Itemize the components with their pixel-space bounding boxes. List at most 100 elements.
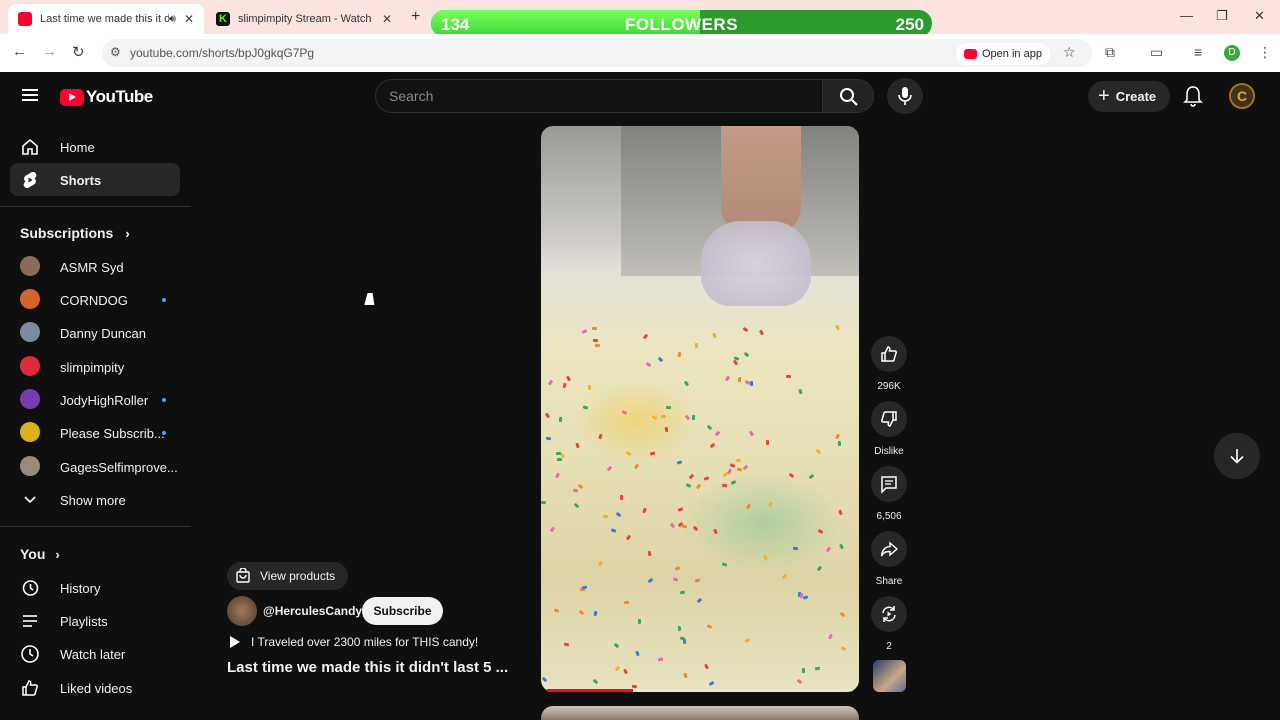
sprinkle bbox=[724, 375, 731, 382]
sidebar-item-playlists[interactable]: Playlists bbox=[10, 604, 180, 637]
sprinkle bbox=[581, 329, 588, 334]
sidebar-item-liked-videos[interactable]: Liked videos bbox=[10, 671, 180, 704]
sprinkle bbox=[631, 684, 638, 689]
sidebar-item-subscription[interactable]: Please Subscrib... bbox=[10, 416, 180, 449]
close-window-icon[interactable]: ✕ bbox=[1254, 8, 1265, 24]
bookmark-star-icon[interactable]: ☆ bbox=[1063, 44, 1076, 61]
new-tab-icon[interactable]: + bbox=[411, 8, 420, 26]
voice-search-button[interactable] bbox=[887, 78, 923, 114]
comments-button[interactable] bbox=[871, 466, 907, 502]
sprinkle bbox=[834, 433, 841, 440]
sidebar-item-subscription[interactable]: CORNDOG bbox=[10, 283, 180, 316]
forward-icon[interactable]: → bbox=[42, 43, 57, 60]
share-button[interactable] bbox=[871, 531, 907, 567]
channel-avatar[interactable] bbox=[227, 596, 257, 626]
tab-kick[interactable]: K slimpimpity Stream - Watch Live ✕ bbox=[206, 4, 402, 34]
chevron-right-icon: › bbox=[55, 546, 60, 562]
sprinkle bbox=[544, 412, 551, 419]
sprinkle bbox=[660, 414, 667, 419]
sidebar-item-home[interactable]: Home bbox=[10, 130, 180, 163]
sprinkle bbox=[685, 483, 692, 488]
youtube-logo[interactable]: YouTube bbox=[60, 87, 153, 107]
show-more-button[interactable]: Show more bbox=[10, 483, 180, 516]
back-icon[interactable]: ← bbox=[12, 43, 27, 60]
sidebar-item-label: Liked videos bbox=[60, 681, 133, 696]
sprinkle bbox=[598, 433, 603, 440]
sidebar-item-subscription[interactable]: GagesSelfimprove... bbox=[10, 450, 180, 483]
share-action[interactable]: Share bbox=[871, 531, 907, 587]
share-arrow-icon bbox=[880, 541, 899, 557]
subscribe-button[interactable]: Subscribe bbox=[362, 597, 443, 625]
sidebar-item-subscription[interactable]: JodyHighRoller bbox=[10, 383, 180, 416]
notifications-bell-icon[interactable] bbox=[1183, 84, 1203, 108]
remix-action[interactable]: 2 bbox=[871, 596, 907, 652]
sidebar-item-subscription[interactable]: Danny Duncan bbox=[10, 316, 180, 349]
thumbs-up-icon bbox=[881, 346, 897, 362]
sidebar-item-history[interactable]: History bbox=[10, 571, 180, 604]
comments-action[interactable]: 6,506 bbox=[871, 466, 907, 522]
next-short-button[interactable] bbox=[1214, 433, 1260, 479]
comment-count: 6,506 bbox=[876, 511, 902, 522]
youtube-logo-text: YouTube bbox=[86, 87, 153, 106]
close-tab-icon[interactable]: ✕ bbox=[184, 12, 194, 26]
browser-menu-icon[interactable]: ⋮ bbox=[1258, 44, 1272, 61]
sprinkle bbox=[565, 375, 572, 382]
subscriptions-heading[interactable]: Subscriptions › bbox=[20, 225, 130, 241]
close-tab-icon[interactable]: ✕ bbox=[382, 12, 392, 26]
remix-button[interactable] bbox=[871, 596, 907, 632]
dislike-action[interactable]: Dislike bbox=[871, 401, 907, 457]
dislike-button[interactable] bbox=[871, 401, 907, 437]
sprinkle bbox=[558, 416, 563, 423]
like-button[interactable] bbox=[871, 336, 907, 372]
url-text: youtube.com/shorts/bpJ0gkqG7Pg bbox=[130, 46, 315, 60]
video-progress-bar[interactable] bbox=[547, 689, 853, 692]
channel-avatar bbox=[20, 389, 40, 409]
tab-youtube[interactable]: Last time we made this it didn't last 5 … bbox=[8, 4, 204, 34]
site-info-icon[interactable]: ⚙︎ bbox=[110, 45, 121, 59]
like-action[interactable]: 296K bbox=[871, 336, 907, 392]
next-short-preview[interactable] bbox=[541, 706, 859, 720]
sprinkle bbox=[553, 608, 560, 613]
sprinkle bbox=[837, 440, 842, 447]
sidebar-item-shorts[interactable]: Shorts bbox=[10, 163, 180, 196]
menu-hamburger-icon[interactable] bbox=[22, 89, 38, 101]
speaker-icon[interactable]: 🔊︎ bbox=[169, 13, 176, 26]
view-products-button[interactable]: View products bbox=[227, 562, 348, 590]
sprinkle bbox=[657, 356, 664, 363]
account-avatar[interactable]: C bbox=[1229, 83, 1255, 109]
address-bar[interactable]: ⚙︎ youtube.com/shorts/bpJ0gkqG7Pg bbox=[102, 39, 1092, 67]
minimize-icon[interactable]: — bbox=[1180, 8, 1193, 23]
search-input[interactable]: Search bbox=[375, 79, 823, 113]
you-heading[interactable]: You › bbox=[20, 546, 60, 562]
sprinkle bbox=[742, 464, 749, 471]
sound-thumbnail[interactable] bbox=[873, 660, 906, 692]
sprinkle bbox=[683, 672, 688, 679]
sidebar-item-subscription[interactable]: slimpimpity bbox=[10, 350, 180, 383]
short-title[interactable]: Last time we made this it didn't last 5 … bbox=[227, 659, 508, 676]
sprinkle bbox=[647, 550, 652, 557]
search-button[interactable] bbox=[822, 79, 874, 113]
sprinkle bbox=[694, 578, 701, 583]
sprinkle bbox=[623, 600, 630, 605]
sidebar-item-label: JodyHighRoller bbox=[60, 393, 149, 408]
browser-profile-avatar[interactable]: D bbox=[1224, 45, 1240, 61]
shorts-video-player[interactable] bbox=[541, 126, 859, 692]
media-controls-icon[interactable]: ≡ bbox=[1194, 44, 1202, 60]
related-video-link[interactable]: I Traveled over 2300 miles for THIS cand… bbox=[227, 635, 478, 649]
sidebar-item-watch-later[interactable]: Watch later bbox=[10, 637, 180, 670]
sprinkle bbox=[572, 488, 579, 493]
chevron-right-icon: › bbox=[125, 225, 130, 241]
sidebar-item-subscription[interactable]: ASMR Syd bbox=[10, 250, 180, 283]
create-button[interactable]: + Create bbox=[1088, 81, 1170, 112]
reload-icon[interactable]: ↻ bbox=[72, 43, 85, 61]
sprinkle bbox=[657, 657, 664, 662]
kick-favicon-icon: K bbox=[216, 12, 230, 26]
sprinkle bbox=[592, 678, 599, 685]
channel-name-link[interactable]: @HerculesCandy bbox=[263, 604, 362, 618]
maximize-icon[interactable]: ❐ bbox=[1216, 8, 1228, 24]
arrow-down-icon bbox=[1230, 449, 1244, 464]
open-in-app-button[interactable]: Open in app bbox=[956, 43, 1050, 65]
remix-icon bbox=[882, 606, 896, 622]
cast-icon[interactable]: ▭ bbox=[1150, 44, 1163, 61]
extensions-icon[interactable]: ⧉ bbox=[1105, 44, 1115, 61]
